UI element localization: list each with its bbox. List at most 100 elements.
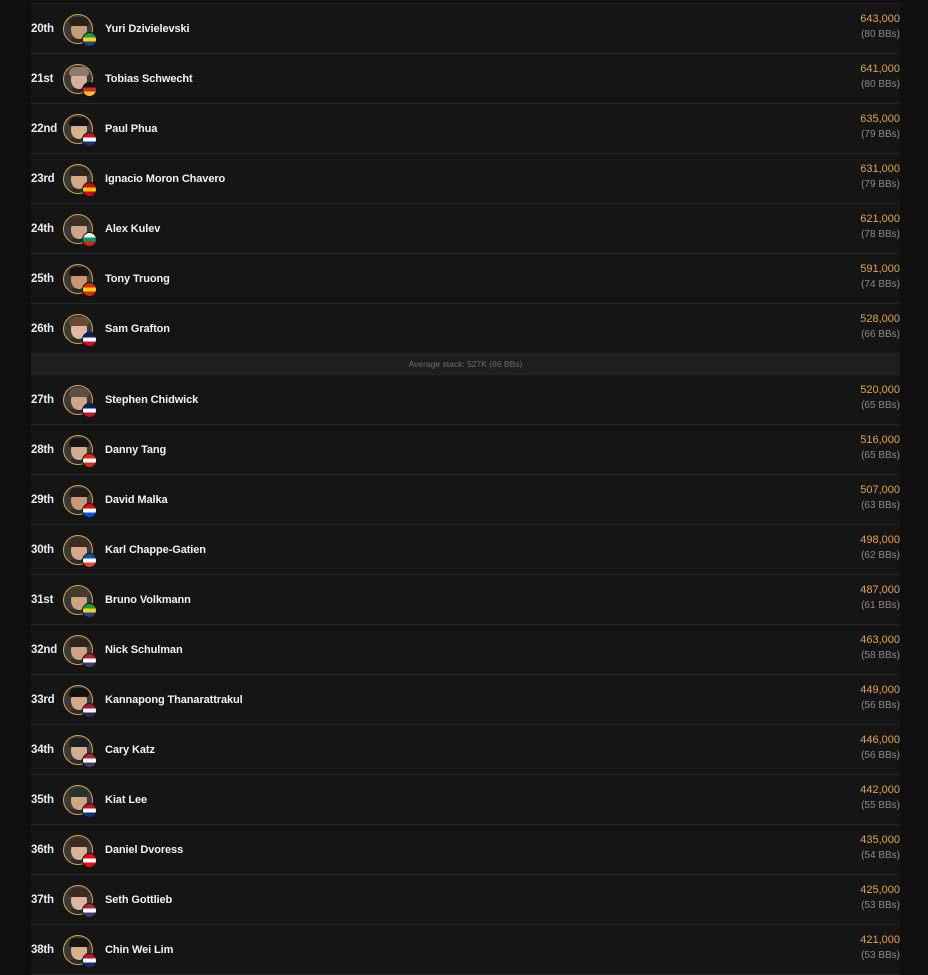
player-name[interactable]: Danny Tang xyxy=(105,444,166,456)
usa-flag-icon xyxy=(82,902,97,918)
player-avatar[interactable] xyxy=(63,263,97,297)
player-avatar[interactable] xyxy=(63,934,97,968)
big-blinds-count: (79 BBs) xyxy=(861,129,900,140)
player-avatar[interactable] xyxy=(63,163,97,197)
player-name[interactable]: Daniel Dvoress xyxy=(105,844,183,856)
player-stack: 442,000 (55 BBs) xyxy=(860,783,900,813)
player-avatar[interactable] xyxy=(63,684,97,718)
player-avatar[interactable] xyxy=(63,784,97,818)
chip-count: 528,000 xyxy=(860,313,900,325)
puerto-rico-flag-icon xyxy=(82,502,97,518)
player-name[interactable]: David Malka xyxy=(105,494,168,506)
average-stack-label: Average stack: 527K (66 BBs) xyxy=(408,359,523,369)
big-blinds-count: (61 BBs) xyxy=(861,600,900,611)
player-name[interactable]: Karl Chappe-Gatien xyxy=(105,544,206,556)
chip-count: 520,000 xyxy=(860,384,900,396)
chip-count: 621,000 xyxy=(860,213,900,225)
player-stack: 516,000 (65 BBs) xyxy=(860,433,900,463)
player-name[interactable]: Kiat Lee xyxy=(105,794,147,806)
player-name[interactable]: Tobias Schwecht xyxy=(105,73,193,85)
chip-count: 487,000 xyxy=(860,584,900,596)
player-avatar[interactable] xyxy=(63,384,97,418)
big-blinds-count: (78 BBs) xyxy=(861,229,900,240)
player-stack: 425,000 (53 BBs) xyxy=(860,883,900,913)
player-avatar[interactable] xyxy=(63,63,97,97)
big-blinds-count: (65 BBs) xyxy=(861,400,900,411)
player-avatar[interactable] xyxy=(63,213,97,247)
player-avatar[interactable] xyxy=(63,884,97,918)
chip-count: 446,000 xyxy=(860,734,900,746)
player-row-sam-grafton[interactable]: 26th Sam Grafton 528,000 (66 BBs) xyxy=(31,304,900,354)
player-name[interactable]: Alex Kulev xyxy=(105,223,160,235)
player-avatar[interactable] xyxy=(63,634,97,668)
player-name[interactable]: Sam Grafton xyxy=(105,323,170,335)
player-row-yuri-dzivielevski[interactable]: 20th Yuri Dzivielevski 643,000 (80 BBs) xyxy=(31,4,900,54)
player-stack: 463,000 (58 BBs) xyxy=(860,633,900,663)
player-name[interactable]: Bruno Volkmann xyxy=(105,594,191,606)
player-avatar[interactable] xyxy=(63,534,97,568)
player-name[interactable]: Stephen Chidwick xyxy=(105,394,198,406)
player-avatar[interactable] xyxy=(63,113,97,147)
big-blinds-count: (58 BBs) xyxy=(861,650,900,661)
player-rank: 24th xyxy=(31,222,54,235)
chip-count: 421,000 xyxy=(860,934,900,946)
player-name[interactable]: Ignacio Moron Chavero xyxy=(105,173,225,185)
chip-count: 498,000 xyxy=(860,534,900,546)
player-row-chin-wei-lim[interactable]: 38th Chin Wei Lim 421,000 (53 BBs) xyxy=(31,925,900,975)
player-avatar[interactable] xyxy=(63,13,97,47)
player-stack: 520,000 (65 BBs) xyxy=(860,383,900,413)
player-stack: 449,000 (56 BBs) xyxy=(860,683,900,713)
player-row-stephen-chidwick[interactable]: 27th Stephen Chidwick 520,000 (65 BBs) xyxy=(31,375,900,425)
player-row-kiat-lee[interactable]: 35th Kiat Lee 442,000 (55 BBs) xyxy=(31,775,900,825)
player-row-paul-phua[interactable]: 22nd Paul Phua 635,000 (79 BBs) xyxy=(31,104,900,154)
brazil-flag-icon xyxy=(82,31,97,47)
player-name[interactable]: Paul Phua xyxy=(105,123,157,135)
player-name[interactable]: Tony Truong xyxy=(105,273,170,285)
big-blinds-count: (56 BBs) xyxy=(861,750,900,761)
uk-flag-icon xyxy=(82,331,97,347)
player-row-tony-truong[interactable]: 25th Tony Truong 591,000 (74 BBs) xyxy=(31,254,900,304)
player-stack: 631,000 (79 BBs) xyxy=(860,162,900,192)
player-row-cary-katz[interactable]: 34th Cary Katz 446,000 (56 BBs) xyxy=(31,725,900,775)
france-flag-icon xyxy=(82,552,97,568)
player-row-bruno-volkmann[interactable]: 31st Bruno Volkmann 487,000 (61 BBs) xyxy=(31,575,900,625)
player-name[interactable]: Yuri Dzivielevski xyxy=(105,23,190,35)
player-rank: 22nd xyxy=(31,122,58,135)
chip-count: 591,000 xyxy=(860,263,900,275)
uk-flag-icon xyxy=(82,402,97,418)
player-stack: 498,000 (62 BBs) xyxy=(860,533,900,563)
chip-count: 635,000 xyxy=(860,113,900,125)
player-name[interactable]: Cary Katz xyxy=(105,744,155,756)
big-blinds-count: (79 BBs) xyxy=(861,179,900,190)
player-name[interactable]: Seth Gottlieb xyxy=(105,894,172,906)
player-row-nick-schulman[interactable]: 32nd Nick Schulman 463,000 (58 BBs) xyxy=(31,625,900,675)
player-name[interactable]: Kannapong Thanarattrakul xyxy=(105,694,243,706)
spain-flag-icon xyxy=(82,181,97,197)
player-avatar[interactable] xyxy=(63,834,97,868)
player-name[interactable]: Nick Schulman xyxy=(105,644,183,656)
player-rank: 31st xyxy=(31,593,54,606)
player-avatar[interactable] xyxy=(63,584,97,618)
player-row-tobias-schwecht[interactable]: 21st Tobias Schwecht 641,000 (80 BBs) xyxy=(31,54,900,104)
thailand-flag-icon xyxy=(82,702,97,718)
chip-count: 449,000 xyxy=(860,684,900,696)
player-rank: 35th xyxy=(31,793,54,806)
player-avatar[interactable] xyxy=(63,484,97,518)
bulgaria-flag-icon xyxy=(82,231,97,247)
player-row-danny-tang[interactable]: 28th Danny Tang 516,000 (65 BBs) xyxy=(31,425,900,475)
player-avatar[interactable] xyxy=(63,313,97,347)
player-avatar[interactable] xyxy=(63,434,97,468)
player-avatar[interactable] xyxy=(63,734,97,768)
player-row-seth-gottlieb[interactable]: 37th Seth Gottlieb 425,000 (53 BBs) xyxy=(31,875,900,925)
player-row-ignacio-moron-chavero[interactable]: 23rd Ignacio Moron Chavero 631,000 (79 BBs) xyxy=(31,154,900,204)
player-rank: 21st xyxy=(31,72,54,85)
player-row-daniel-dvoress[interactable]: 36th Daniel Dvoress 435,000 (54 BBs) xyxy=(31,825,900,875)
player-name[interactable]: Chin Wei Lim xyxy=(105,944,173,956)
player-row-david-malka[interactable]: 29th David Malka 507,000 (63 BBs) xyxy=(31,475,900,525)
player-row-karl-chappe-gatien[interactable]: 30th Karl Chappe-Gatien 498,000 (62 BBs) xyxy=(31,525,900,575)
player-row-kannapong-thanarattrakul[interactable]: 33rd Kannapong Thanarattrakul 449,000 (56 B… xyxy=(31,675,900,725)
hong-kong-flag-icon xyxy=(82,452,97,468)
big-blinds-count: (74 BBs) xyxy=(861,279,900,290)
brazil-flag-icon xyxy=(82,602,97,618)
player-row-alex-kulev[interactable]: 24th Alex Kulev 621,000 (78 BBs) xyxy=(31,204,900,254)
